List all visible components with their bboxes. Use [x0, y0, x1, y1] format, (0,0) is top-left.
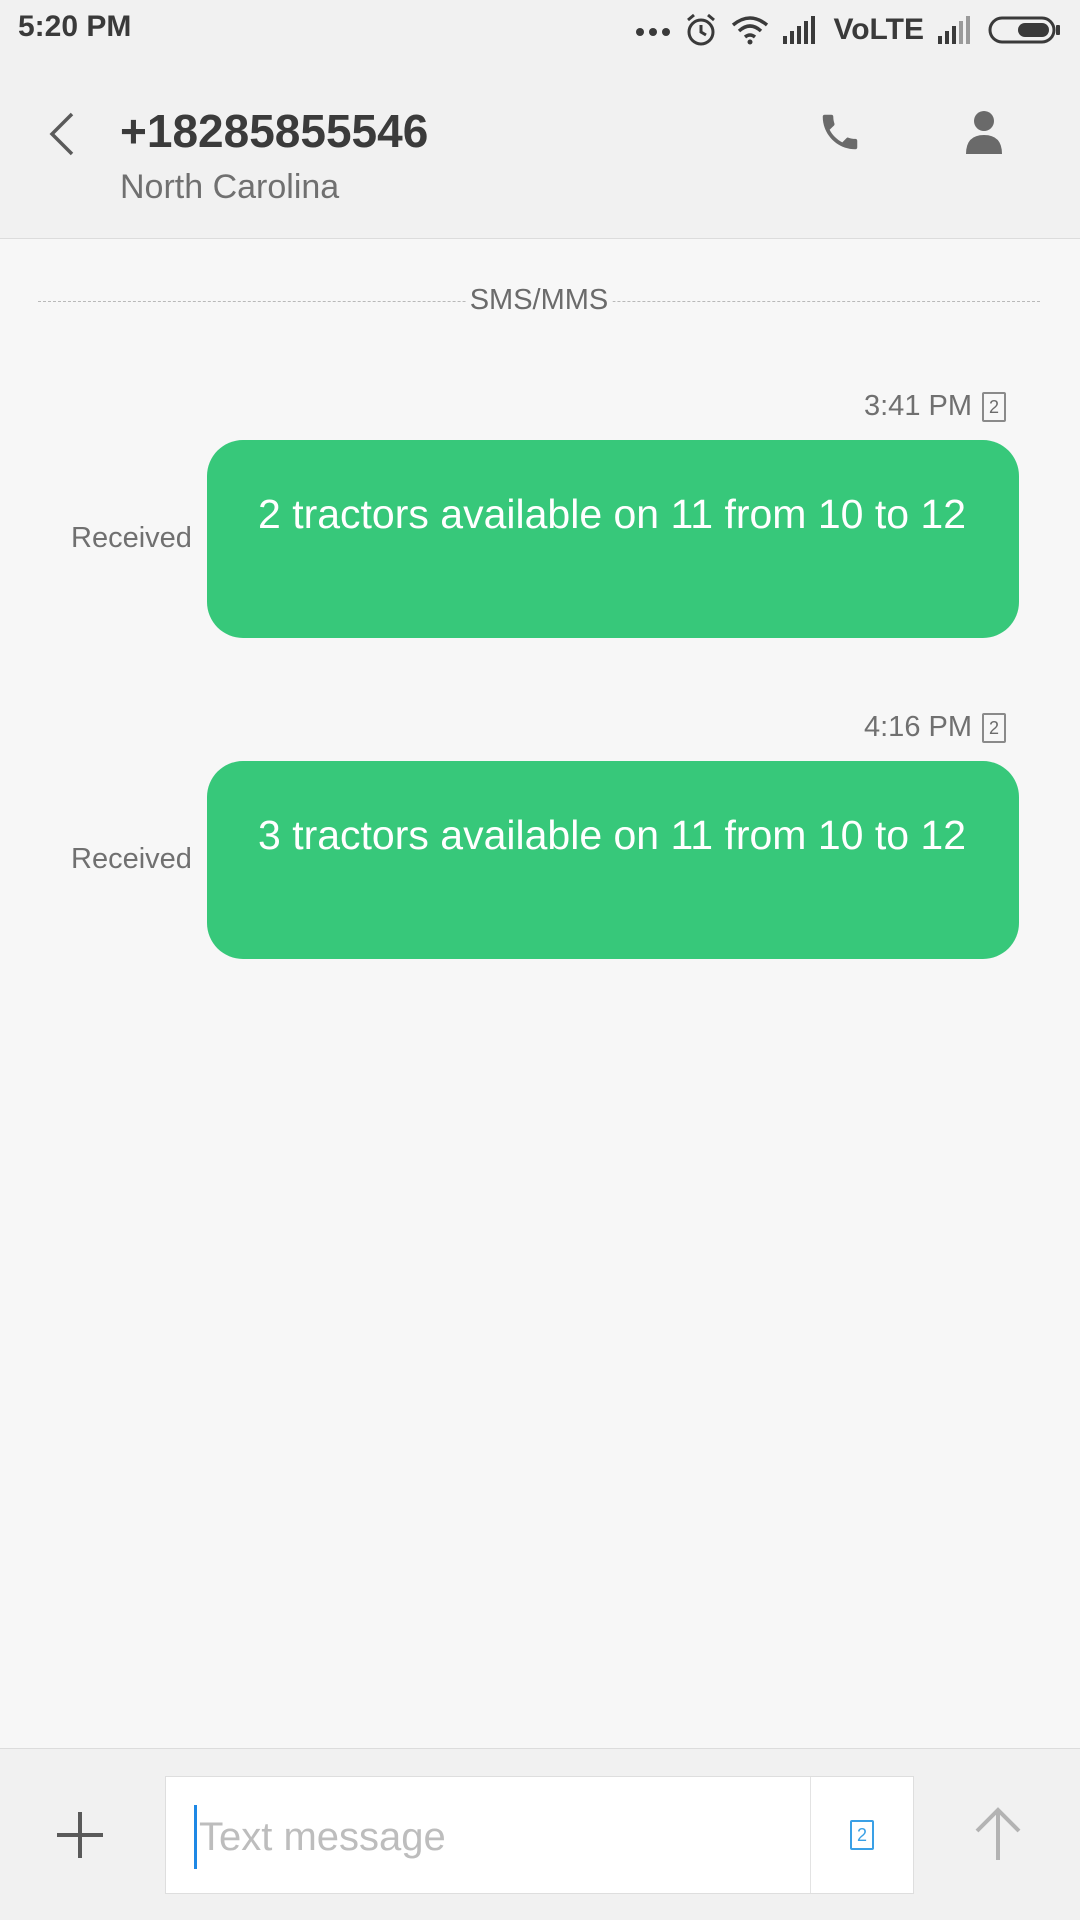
- message-timestamp: 4:16 PM 2: [864, 711, 1006, 744]
- message-input[interactable]: [194, 1805, 811, 1869]
- sms-conversation-screen: 5:20 PM VoLTE +18285855546 North Carolin…: [0, 0, 1080, 1920]
- more-dots-icon: [635, 24, 671, 36]
- message-input-box: 2: [165, 1776, 914, 1894]
- phone-icon: [817, 109, 863, 160]
- message-timestamp: 3:41 PM 2: [864, 390, 1006, 423]
- plus-icon: [55, 1810, 105, 1865]
- sim-icon: 2: [850, 1820, 874, 1850]
- conversation-header: +18285855546 North Carolina: [0, 60, 1080, 239]
- message-time: 3:41 PM: [864, 390, 972, 422]
- message-bubble[interactable]: 3 tractors available on 11 from 10 to 12: [207, 761, 1019, 959]
- status-bar: 5:20 PM VoLTE: [0, 0, 1080, 60]
- alarm-icon: [685, 13, 717, 47]
- compose-bar: 2: [0, 1748, 1080, 1920]
- signal-icon: [783, 16, 819, 44]
- signal-icon-2: [938, 16, 974, 44]
- wifi-icon: [731, 15, 769, 45]
- back-button[interactable]: [40, 106, 84, 166]
- status-time: 5:20 PM: [18, 10, 132, 43]
- message-status: Received: [71, 522, 192, 554]
- send-button[interactable]: [968, 1801, 1028, 1871]
- back-arrow-icon: [48, 112, 76, 161]
- channel-divider: SMS/MMS: [38, 282, 1040, 322]
- send-arrow-icon: [973, 1806, 1023, 1867]
- attach-button[interactable]: [50, 1807, 110, 1867]
- contact-profile-button[interactable]: [954, 104, 1014, 164]
- battery-icon: [988, 15, 1062, 45]
- person-icon: [965, 110, 1003, 159]
- message-status: Received: [71, 843, 192, 875]
- contact-location: North Carolina: [120, 168, 340, 206]
- message-time: 4:16 PM: [864, 711, 972, 743]
- volte-label: VoLTE: [833, 13, 924, 46]
- status-icons: VoLTE: [635, 8, 1062, 52]
- sim-icon: 2: [982, 391, 1006, 422]
- channel-label: SMS/MMS: [465, 284, 613, 317]
- call-button[interactable]: [810, 104, 870, 164]
- message-bubble[interactable]: 2 tractors available on 11 from 10 to 12: [207, 440, 1019, 638]
- sim-select-button[interactable]: 2: [810, 1777, 913, 1893]
- contact-number: +18285855546: [120, 105, 429, 157]
- sim-icon: 2: [982, 712, 1006, 743]
